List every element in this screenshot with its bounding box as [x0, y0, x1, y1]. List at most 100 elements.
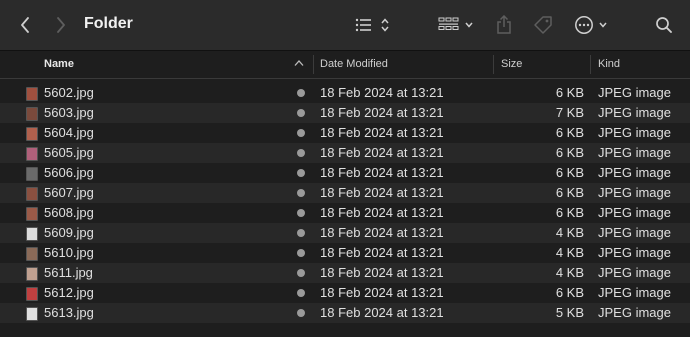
- icloud-status-icon: [297, 289, 305, 297]
- jpeg-thumbnail-icon: [26, 167, 38, 181]
- file-kind: JPEG image: [598, 305, 671, 320]
- jpeg-thumbnail-icon: [26, 307, 38, 321]
- file-row[interactable]: 5611.jpg 18 Feb 2024 at 13:21 4 KB JPEG ima…: [0, 263, 690, 283]
- jpeg-thumbnail-icon: [26, 127, 38, 141]
- jpeg-thumbnail-icon: [26, 147, 38, 161]
- chevron-right-icon[interactable]: [52, 12, 70, 38]
- jpeg-thumbnail-icon: [26, 187, 38, 201]
- file-size: 4 KB: [555, 245, 584, 260]
- window-title: Folder: [84, 15, 133, 32]
- file-kind: JPEG image: [598, 265, 671, 280]
- search-icon[interactable]: [654, 12, 674, 38]
- file-name: 5602.jpg: [44, 85, 94, 100]
- file-date-modified: 18 Feb 2024 at 13:21: [320, 85, 444, 100]
- icloud-status-icon: [297, 249, 305, 257]
- file-row[interactable]: 5610.jpg 18 Feb 2024 at 13:21 4 KB JPEG ima…: [0, 243, 690, 263]
- file-row[interactable]: 5603.jpg 18 Feb 2024 at 13:21 7 KB JPEG ima…: [0, 103, 690, 123]
- toolbar: Folder: [0, 0, 690, 51]
- file-kind: JPEG image: [598, 105, 671, 120]
- file-list: 5602.jpg 18 Feb 2024 at 13:21 6 KB JPEG ima…: [0, 83, 690, 323]
- file-date-modified: 18 Feb 2024 at 13:21: [320, 265, 444, 280]
- list-view-icon[interactable]: [355, 12, 391, 38]
- file-date-modified: 18 Feb 2024 at 13:21: [320, 245, 444, 260]
- file-date-modified: 18 Feb 2024 at 13:21: [320, 185, 444, 200]
- file-name: 5610.jpg: [44, 245, 94, 260]
- file-kind: JPEG image: [598, 245, 671, 260]
- jpeg-thumbnail-icon: [26, 287, 38, 301]
- file-name: 5603.jpg: [44, 105, 94, 120]
- file-row[interactable]: 5607.jpg 18 Feb 2024 at 13:21 6 KB JPEG ima…: [0, 183, 690, 203]
- jpeg-thumbnail-icon: [26, 207, 38, 221]
- icloud-status-icon: [297, 309, 305, 317]
- file-kind: JPEG image: [598, 205, 671, 220]
- file-date-modified: 18 Feb 2024 at 13:21: [320, 165, 444, 180]
- finder-window: Folder Name Date Modified Size Kind 5602…: [0, 0, 690, 337]
- file-row[interactable]: 5604.jpg 18 Feb 2024 at 13:21 6 KB JPEG ima…: [0, 123, 690, 143]
- jpeg-thumbnail-icon: [26, 227, 38, 241]
- jpeg-thumbnail-icon: [26, 87, 38, 101]
- icloud-status-icon: [297, 109, 305, 117]
- column-name[interactable]: Name: [44, 51, 74, 78]
- tag-icon[interactable]: [532, 12, 554, 38]
- file-name: 5604.jpg: [44, 125, 94, 140]
- file-size: 4 KB: [555, 265, 584, 280]
- file-size: 5 KB: [555, 305, 584, 320]
- file-row[interactable]: 5612.jpg 18 Feb 2024 at 13:21 6 KB JPEG ima…: [0, 283, 690, 303]
- file-name: 5612.jpg: [44, 285, 94, 300]
- file-date-modified: 18 Feb 2024 at 13:21: [320, 125, 444, 140]
- column-divider[interactable]: [313, 55, 314, 74]
- file-size: 6 KB: [555, 125, 584, 140]
- column-size[interactable]: Size: [501, 51, 522, 78]
- file-kind: JPEG image: [598, 225, 671, 240]
- file-date-modified: 18 Feb 2024 at 13:21: [320, 105, 444, 120]
- group-grid-icon[interactable]: [438, 12, 476, 38]
- icloud-status-icon: [297, 169, 305, 177]
- file-name: 5608.jpg: [44, 205, 94, 220]
- icloud-status-icon: [297, 209, 305, 217]
- sort-ascending-icon[interactable]: [294, 51, 304, 78]
- column-kind[interactable]: Kind: [598, 51, 620, 78]
- chevron-left-icon[interactable]: [16, 12, 34, 38]
- icloud-status-icon: [297, 189, 305, 197]
- column-divider[interactable]: [493, 55, 494, 74]
- file-size: 6 KB: [555, 205, 584, 220]
- file-kind: JPEG image: [598, 285, 671, 300]
- file-kind: JPEG image: [598, 145, 671, 160]
- file-kind: JPEG image: [598, 85, 671, 100]
- file-row[interactable]: 5606.jpg 18 Feb 2024 at 13:21 6 KB JPEG ima…: [0, 163, 690, 183]
- file-date-modified: 18 Feb 2024 at 13:21: [320, 305, 444, 320]
- file-size: 6 KB: [555, 165, 584, 180]
- jpeg-thumbnail-icon: [26, 107, 38, 121]
- jpeg-thumbnail-icon: [26, 267, 38, 281]
- file-name: 5606.jpg: [44, 165, 94, 180]
- column-date-modified[interactable]: Date Modified: [320, 51, 388, 78]
- file-row[interactable]: 5609.jpg 18 Feb 2024 at 13:21 4 KB JPEG ima…: [0, 223, 690, 243]
- file-size: 7 KB: [555, 105, 584, 120]
- ellipsis-circle-icon[interactable]: [574, 12, 612, 38]
- file-size: 6 KB: [555, 145, 584, 160]
- file-kind: JPEG image: [598, 185, 671, 200]
- file-date-modified: 18 Feb 2024 at 13:21: [320, 145, 444, 160]
- file-row[interactable]: 5605.jpg 18 Feb 2024 at 13:21 6 KB JPEG ima…: [0, 143, 690, 163]
- file-date-modified: 18 Feb 2024 at 13:21: [320, 225, 444, 240]
- file-name: 5605.jpg: [44, 145, 94, 160]
- file-size: 6 KB: [555, 185, 584, 200]
- icloud-status-icon: [297, 149, 305, 157]
- file-size: 6 KB: [555, 85, 584, 100]
- file-name: 5607.jpg: [44, 185, 94, 200]
- file-name: 5613.jpg: [44, 305, 94, 320]
- share-icon[interactable]: [494, 12, 514, 38]
- file-kind: JPEG image: [598, 125, 671, 140]
- file-date-modified: 18 Feb 2024 at 13:21: [320, 205, 444, 220]
- icloud-status-icon: [297, 129, 305, 137]
- file-row[interactable]: 5608.jpg 18 Feb 2024 at 13:21 6 KB JPEG ima…: [0, 203, 690, 223]
- file-row[interactable]: 5602.jpg 18 Feb 2024 at 13:21 6 KB JPEG ima…: [0, 83, 690, 103]
- file-row[interactable]: 5613.jpg 18 Feb 2024 at 13:21 5 KB JPEG ima…: [0, 303, 690, 323]
- file-kind: JPEG image: [598, 165, 671, 180]
- column-divider[interactable]: [590, 55, 591, 74]
- file-name: 5609.jpg: [44, 225, 94, 240]
- jpeg-thumbnail-icon: [26, 247, 38, 261]
- icloud-status-icon: [297, 229, 305, 237]
- icloud-status-icon: [297, 269, 305, 277]
- file-size: 6 KB: [555, 285, 584, 300]
